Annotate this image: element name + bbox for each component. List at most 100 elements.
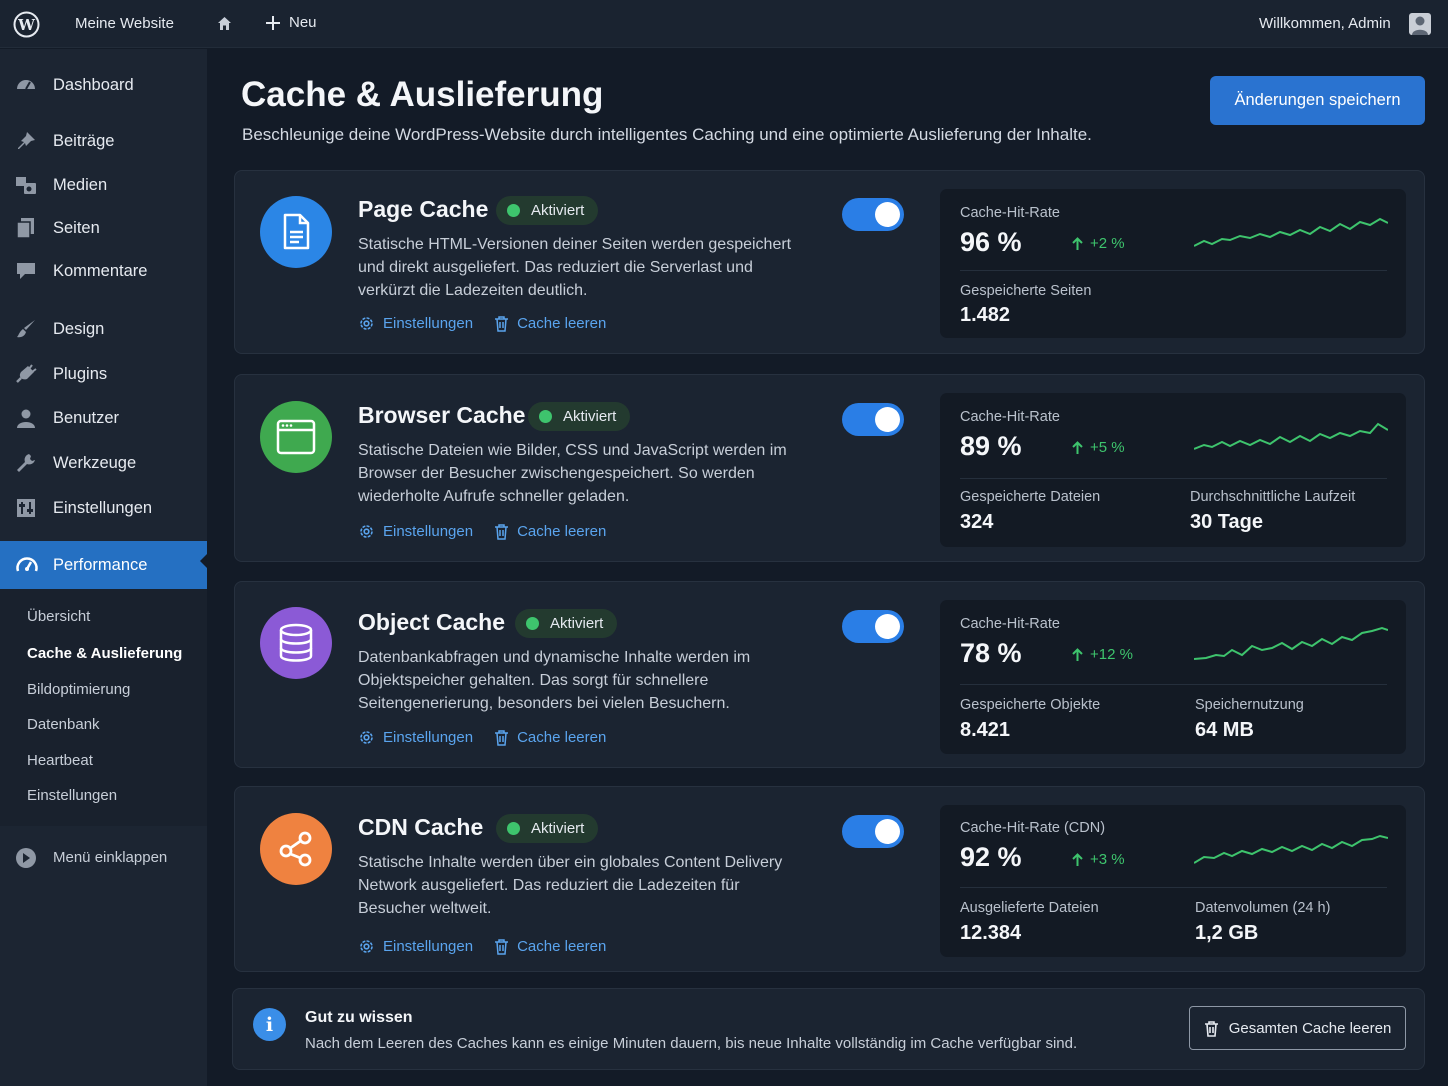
new-content-link[interactable]: Neu [265, 14, 317, 31]
clear-cache-link[interactable]: Cache leeren [494, 938, 606, 955]
sidebar-item-label: Kommentare [53, 261, 148, 280]
arrow-up-icon [1072, 647, 1083, 661]
page-title: Cache & Auslieferung [241, 75, 604, 114]
trash-icon [495, 316, 509, 332]
sidebar-item-benutzer[interactable]: Benutzer [0, 398, 207, 438]
submenu-item-datenbank[interactable]: Datenbank [27, 716, 100, 733]
media-icon [15, 174, 37, 196]
sidebar-item-label: Plugins [53, 364, 108, 383]
sidebar-item-kommentare[interactable]: Kommentare [0, 251, 207, 291]
dashboard-icon [15, 74, 37, 96]
sparkline-chart [1194, 217, 1388, 247]
database-icon [260, 607, 332, 679]
hit-rate-delta-value: +3 % [1090, 851, 1125, 868]
save-changes-button[interactable]: Änderungen speichern [1210, 76, 1425, 125]
stats-divider [960, 270, 1387, 271]
clear-cache-link[interactable]: Cache leeren [494, 729, 606, 746]
settings-link[interactable]: Einstellungen [358, 729, 473, 746]
cache-toggle[interactable] [842, 403, 904, 436]
hit-rate-delta: +2 % [1072, 235, 1125, 252]
sub-stat-value: 8.421 [960, 719, 1011, 741]
clear-cache-link[interactable]: Cache leeren [494, 523, 606, 540]
admin-topbar: W Meine Website Neu Willkommen, Admin [0, 0, 1448, 48]
sub-stat-label: Gespeicherte Objekte [960, 697, 1101, 713]
sidebar-item-design[interactable]: Design [0, 309, 207, 349]
card-links: Einstellungen Cache leeren [358, 523, 606, 540]
sidebar-item-seiten[interactable]: Seiten [0, 208, 207, 248]
sparkline-chart [1194, 626, 1388, 660]
settings-link[interactable]: Einstellungen [358, 523, 473, 540]
sidebar-item-label: Beiträge [53, 131, 115, 150]
submenu-item-heartbeat[interactable]: Heartbeat [27, 752, 93, 769]
gear-icon [360, 940, 373, 953]
share-network-icon [260, 813, 332, 885]
stats-panel: Cache-Hit-Rate 96 % +2 % Gespeicherte Se… [940, 189, 1406, 338]
clear-all-cache-button[interactable]: Gesamten Cache leeren [1189, 1006, 1406, 1050]
info-icon: i [253, 1008, 286, 1041]
browser-window-icon [260, 401, 332, 473]
hit-rate-label: Cache-Hit-Rate (CDN) [960, 820, 1106, 836]
sidebar-item-label: Medien [53, 175, 108, 194]
sidebar-item-beitraege[interactable]: Beiträge [0, 121, 207, 161]
sub-stat-value: 324 [960, 511, 994, 533]
hit-rate-value: 92 % [960, 842, 1022, 872]
cache-toggle[interactable] [842, 198, 904, 231]
welcome-text[interactable]: Willkommen, Admin [1259, 15, 1391, 32]
collapse-menu-button[interactable]: Menü einklappen [15, 847, 167, 869]
sidebar-item-label: Werkzeuge [53, 453, 137, 472]
home-icon[interactable] [216, 15, 233, 32]
card-description: Statische Inhalte werden über ein global… [358, 854, 783, 917]
sidebar-item-performance[interactable]: Performance [0, 541, 208, 589]
settings-icon [15, 497, 37, 519]
settings-link[interactable]: Einstellungen [358, 315, 473, 332]
arrow-up-icon [1072, 852, 1083, 866]
sub-stat-value: 30 Tage [1190, 511, 1263, 533]
site-name-link[interactable]: Meine Website [75, 15, 174, 32]
sidebar-item-plugins[interactable]: Plugins [0, 354, 207, 394]
wrench-icon [15, 452, 37, 474]
settings-link-label: Einstellungen [383, 938, 474, 955]
clear-cache-link-label: Cache leeren [517, 938, 607, 955]
sub-stat-label: Datenvolumen (24 h) [1195, 900, 1331, 916]
sidebar-item-label: Benutzer [53, 408, 120, 427]
user-icon [15, 407, 37, 429]
sidebar-item-einstellungen[interactable]: Einstellungen [0, 488, 207, 528]
stats-panel: Cache-Hit-Rate 78 % +12 % Gespeicherte O… [940, 600, 1406, 754]
sidebar-item-medien[interactable]: Medien [0, 165, 207, 205]
sidebar-item-dashboard[interactable]: Dashboard [0, 65, 207, 105]
submenu-item-uebersicht[interactable]: Übersicht [27, 608, 90, 625]
page-subtitle: Beschleunige deine WordPress-Website dur… [242, 125, 1092, 144]
comment-icon [15, 260, 37, 282]
cache-toggle[interactable] [842, 610, 904, 643]
card-title: CDN Cache [358, 814, 484, 840]
card-description: Datenbankabfragen und dynamische Inhalte… [358, 649, 751, 712]
hit-rate-value: 96 % [960, 227, 1022, 257]
clear-cache-link[interactable]: Cache leeren [494, 315, 606, 332]
avatar[interactable] [1409, 13, 1431, 35]
hit-rate-delta: +3 % [1072, 851, 1125, 868]
hit-rate-label: Cache-Hit-Rate [960, 205, 1060, 221]
card-links: Einstellungen Cache leeren [358, 729, 606, 746]
cache-toggle[interactable] [842, 815, 904, 848]
sub-stat-label: Gespeicherte Dateien [960, 489, 1101, 505]
submenu-item-bildoptimierung[interactable]: Bildoptimierung [27, 681, 130, 698]
wordpress-logo-icon[interactable]: W [13, 11, 40, 38]
clear-cache-link-label: Cache leeren [517, 523, 607, 540]
settings-link[interactable]: Einstellungen [358, 938, 473, 955]
gear-icon [360, 731, 373, 744]
status-badge-label: Aktiviert [531, 820, 585, 837]
clear-all-cache-label: Gesamten Cache leeren [1228, 1019, 1392, 1037]
plug-icon [15, 363, 37, 385]
submenu-item-einstellungen[interactable]: Einstellungen [27, 787, 117, 804]
clear-cache-link-label: Cache leeren [517, 315, 607, 332]
hit-rate-delta-value: +12 % [1090, 646, 1133, 663]
collapse-icon [16, 848, 36, 868]
plus-icon [266, 15, 280, 30]
sub-stat-value: 1,2 GB [1195, 922, 1259, 944]
sub-stat-value: 1.482 [960, 304, 1011, 326]
sidebar-item-werkzeuge[interactable]: Werkzeuge [0, 443, 207, 483]
submenu-item-cache[interactable]: Cache & Auslieferung [27, 645, 182, 662]
trash-icon [1204, 1020, 1218, 1037]
info-title: Gut zu wissen [305, 1009, 413, 1026]
svg-text:W: W [17, 16, 36, 34]
